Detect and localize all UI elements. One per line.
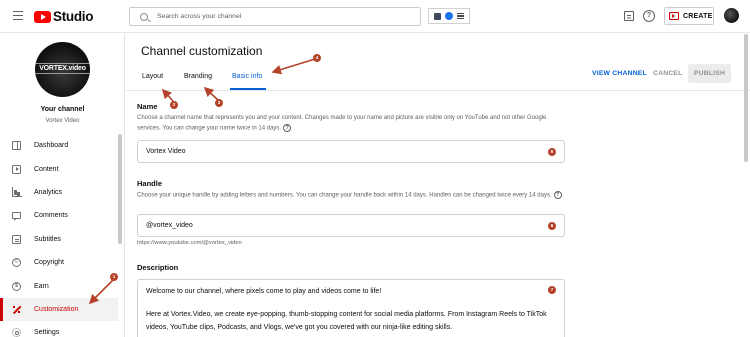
view-channel-button[interactable]: VIEW CHANNEL xyxy=(592,70,647,77)
main-content: Channel customization Layout Branding Ba… xyxy=(126,34,750,337)
description-section-label: Description xyxy=(137,263,179,272)
sidebar-item-label: Content xyxy=(34,165,59,173)
name-input[interactable]: Vortex Video xyxy=(146,148,186,155)
channel-name: Vortex Video xyxy=(45,118,80,124)
name-field[interactable]: Vortex Video 5 xyxy=(137,140,565,163)
name-desc-text: Choose a channel name that represents yo… xyxy=(137,115,547,132)
subtitles-icon xyxy=(12,234,21,244)
create-video-icon xyxy=(669,12,679,20)
sidebar-item-label: Settings xyxy=(34,329,60,337)
help-circle-icon[interactable]: ? xyxy=(283,123,292,132)
annotation-badge-7: 7 xyxy=(548,286,556,294)
help-icon[interactable]: ? xyxy=(643,10,655,22)
customization-icon xyxy=(12,305,21,314)
content-icon xyxy=(12,164,21,174)
tabs-divider xyxy=(126,90,750,91)
earn-icon: $ xyxy=(12,281,21,291)
sidebar-item-copyright[interactable]: © Copyright xyxy=(0,251,118,274)
sidebar-item-label: Customization xyxy=(34,305,79,313)
annotation-badge-3: 3 xyxy=(215,99,223,107)
account-avatar[interactable] xyxy=(724,8,739,23)
main-scrollbar[interactable] xyxy=(744,34,748,162)
cancel-button[interactable]: CANCEL xyxy=(653,70,683,77)
channel-url[interactable]: https://www.youtube.com/@vortex_video xyxy=(137,240,242,246)
annotation-badge-6: 6 xyxy=(548,222,556,230)
sidebar-item-settings[interactable]: Settings xyxy=(0,321,118,337)
handle-input[interactable]: @vortex_video xyxy=(146,222,193,229)
sidebar-item-label: Analytics xyxy=(34,188,63,196)
handle-section-label: Handle xyxy=(137,179,163,188)
annotation-badge-4: 4 xyxy=(313,54,321,62)
sidebar-item-earn[interactable]: $ Earn xyxy=(0,274,118,297)
settings-icon xyxy=(12,328,21,337)
handle-field[interactable]: @vortex_video 6 xyxy=(137,214,565,237)
sidebar-item-label: Subtitles xyxy=(34,235,61,243)
publish-button[interactable]: PUBLISH xyxy=(688,64,731,83)
sidebar-item-content[interactable]: Content xyxy=(0,157,118,180)
name-section-desc: Choose a channel name that represents yo… xyxy=(137,114,567,134)
annotation-badge-1: 1 xyxy=(110,273,118,281)
sidebar-nav: Dashboard Content Analytics Comments Sub… xyxy=(0,134,118,337)
page-title: Channel customization xyxy=(141,44,263,58)
sidebar-item-customization[interactable]: Customization xyxy=(0,297,118,322)
handle-section-desc: Choose your unique handle by adding lett… xyxy=(137,191,567,201)
description-paragraph-1[interactable]: Welcome to our channel, where pixels com… xyxy=(146,286,556,299)
search-input[interactable] xyxy=(157,13,407,20)
analytics-icon xyxy=(12,186,22,197)
sidebar: VORTEX.video Your channel Vortex Video D… xyxy=(0,34,125,337)
studio-logo[interactable]: Studio xyxy=(34,9,94,24)
sidebar-item-label: Dashboard xyxy=(34,142,69,150)
extensions-tray xyxy=(428,8,470,24)
copyright-icon: © xyxy=(12,258,21,268)
your-channel-label: Your channel xyxy=(40,106,85,113)
search-icon[interactable] xyxy=(140,12,148,21)
sidebar-item-label: Copyright xyxy=(34,259,64,267)
sidebar-item-dashboard[interactable]: Dashboard xyxy=(0,134,118,157)
sidebar-item-comments[interactable]: Comments xyxy=(0,204,118,227)
hamburger-menu-icon[interactable] xyxy=(13,11,23,21)
annotation-badge-2: 2 xyxy=(170,101,178,109)
search-bar[interactable] xyxy=(129,7,421,26)
description-paragraph-2[interactable]: Here at Vortex.Video, we create eye-popp… xyxy=(146,309,556,334)
create-label: CREATE xyxy=(683,12,713,20)
logo-text: Studio xyxy=(53,9,94,24)
annotation-badge-5: 5 xyxy=(548,148,556,156)
youtube-logo-icon xyxy=(34,10,51,23)
extension-globe-icon[interactable] xyxy=(445,12,453,20)
handle-desc-text: Choose your unique handle by adding lett… xyxy=(137,192,552,199)
sidebar-item-label: Comments xyxy=(34,212,68,220)
help-circle-icon[interactable]: ? xyxy=(553,191,562,199)
tab-basic-info[interactable]: Basic info xyxy=(232,73,262,80)
sidebar-scrollbar[interactable] xyxy=(118,134,122,244)
tab-layout[interactable]: Layout xyxy=(142,73,163,80)
extension-icon[interactable] xyxy=(434,12,441,20)
top-bar: Studio ? CREATE xyxy=(0,0,750,33)
sidebar-item-label: Earn xyxy=(34,282,49,290)
comments-icon xyxy=(12,212,21,222)
channel-avatar-logo-text: VORTEX.video xyxy=(35,63,90,74)
sidebar-item-subtitles[interactable]: Subtitles xyxy=(0,228,118,251)
name-section-label: Name xyxy=(137,102,158,111)
description-field[interactable]: Welcome to our channel, where pixels com… xyxy=(137,279,565,337)
tab-branding[interactable]: Branding xyxy=(184,73,212,80)
feedback-icon[interactable] xyxy=(624,11,634,21)
create-button[interactable]: CREATE xyxy=(664,7,714,25)
sidebar-item-analytics[interactable]: Analytics xyxy=(0,181,118,204)
extension-list-icon[interactable] xyxy=(457,13,464,19)
dashboard-icon xyxy=(12,141,21,151)
channel-avatar[interactable]: VORTEX.video xyxy=(35,42,90,97)
